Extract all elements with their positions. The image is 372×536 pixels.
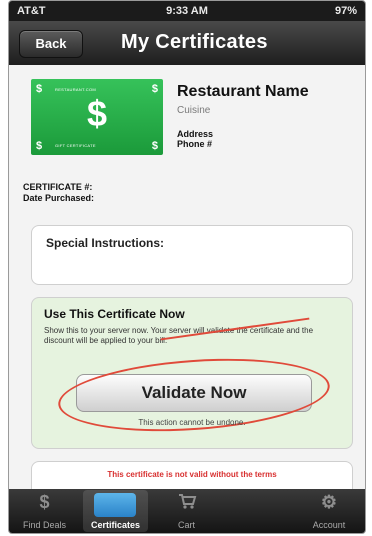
back-button[interactable]: Back <box>19 30 83 58</box>
special-instructions-box: Special Instructions: <box>31 225 353 285</box>
gift-certificate-image: $ RESTAURANT.COM $ $ $ GIFT CERTIFICATE … <box>31 79 163 155</box>
navigation-bar: Back My Certificates <box>9 21 365 65</box>
tab-account[interactable]: ⚙ Account <box>293 489 365 533</box>
dollar-icon: $ <box>86 93 108 134</box>
restaurant-cuisine: Cuisine <box>177 105 211 116</box>
terms-warning: This certificate is not valid without th… <box>107 470 277 479</box>
special-instructions-label: Special Instructions: <box>46 236 165 250</box>
date-purchased-label: Date Purchased: <box>23 193 95 203</box>
tab-label: Account <box>312 520 346 530</box>
battery-percent: 97% <box>334 5 357 17</box>
phone-screen: AT&T 9:33 AM 97% Back My Certificates $ … <box>8 0 366 534</box>
tab-placeholder <box>222 489 293 533</box>
page-title: My Certificates <box>121 31 268 53</box>
dollar-icon: $ <box>151 140 158 152</box>
tab-label: Cart <box>177 520 195 530</box>
gear-icon: ⚙ <box>320 492 338 512</box>
tab-certificates[interactable]: Certificates <box>80 489 151 533</box>
certificate-icon <box>94 493 136 517</box>
tab-bar: $ Find Deals Certificates Cart ⚙ Account <box>9 489 365 533</box>
use-certificate-title: Use This Certificate Now <box>44 307 185 321</box>
cart-icon <box>151 492 222 515</box>
clock: 9:33 AM <box>166 5 208 17</box>
use-certificate-description: Show this to your server now. Your serve… <box>44 326 314 345</box>
restaurant-address: Address <box>177 129 214 139</box>
card-bottom-text: GIFT CERTIFICATE <box>55 143 96 148</box>
dollar-icon: $ <box>39 492 50 512</box>
tab-label: Certificates <box>90 520 141 530</box>
restaurant-name: Restaurant Name <box>177 83 309 100</box>
restaurant-phone: Phone # <box>177 139 213 149</box>
status-bar: AT&T 9:33 AM 97% <box>9 1 365 21</box>
certificate-number-label: CERTIFICATE #: <box>23 182 93 192</box>
undone-warning: This action cannot be undone. <box>138 418 246 427</box>
use-certificate-panel: Use This Certificate Now Show this to yo… <box>31 297 353 449</box>
card-top-text: RESTAURANT.COM <box>55 87 97 92</box>
validate-now-button[interactable]: Validate Now <box>76 374 312 412</box>
dollar-icon: $ <box>36 140 43 152</box>
tab-label: Find Deals <box>22 520 67 530</box>
tab-find-deals[interactable]: $ Find Deals <box>9 489 80 533</box>
certificate-detail[interactable]: $ RESTAURANT.COM $ $ $ GIFT CERTIFICATE … <box>9 65 365 503</box>
tab-cart[interactable]: Cart <box>151 489 222 533</box>
